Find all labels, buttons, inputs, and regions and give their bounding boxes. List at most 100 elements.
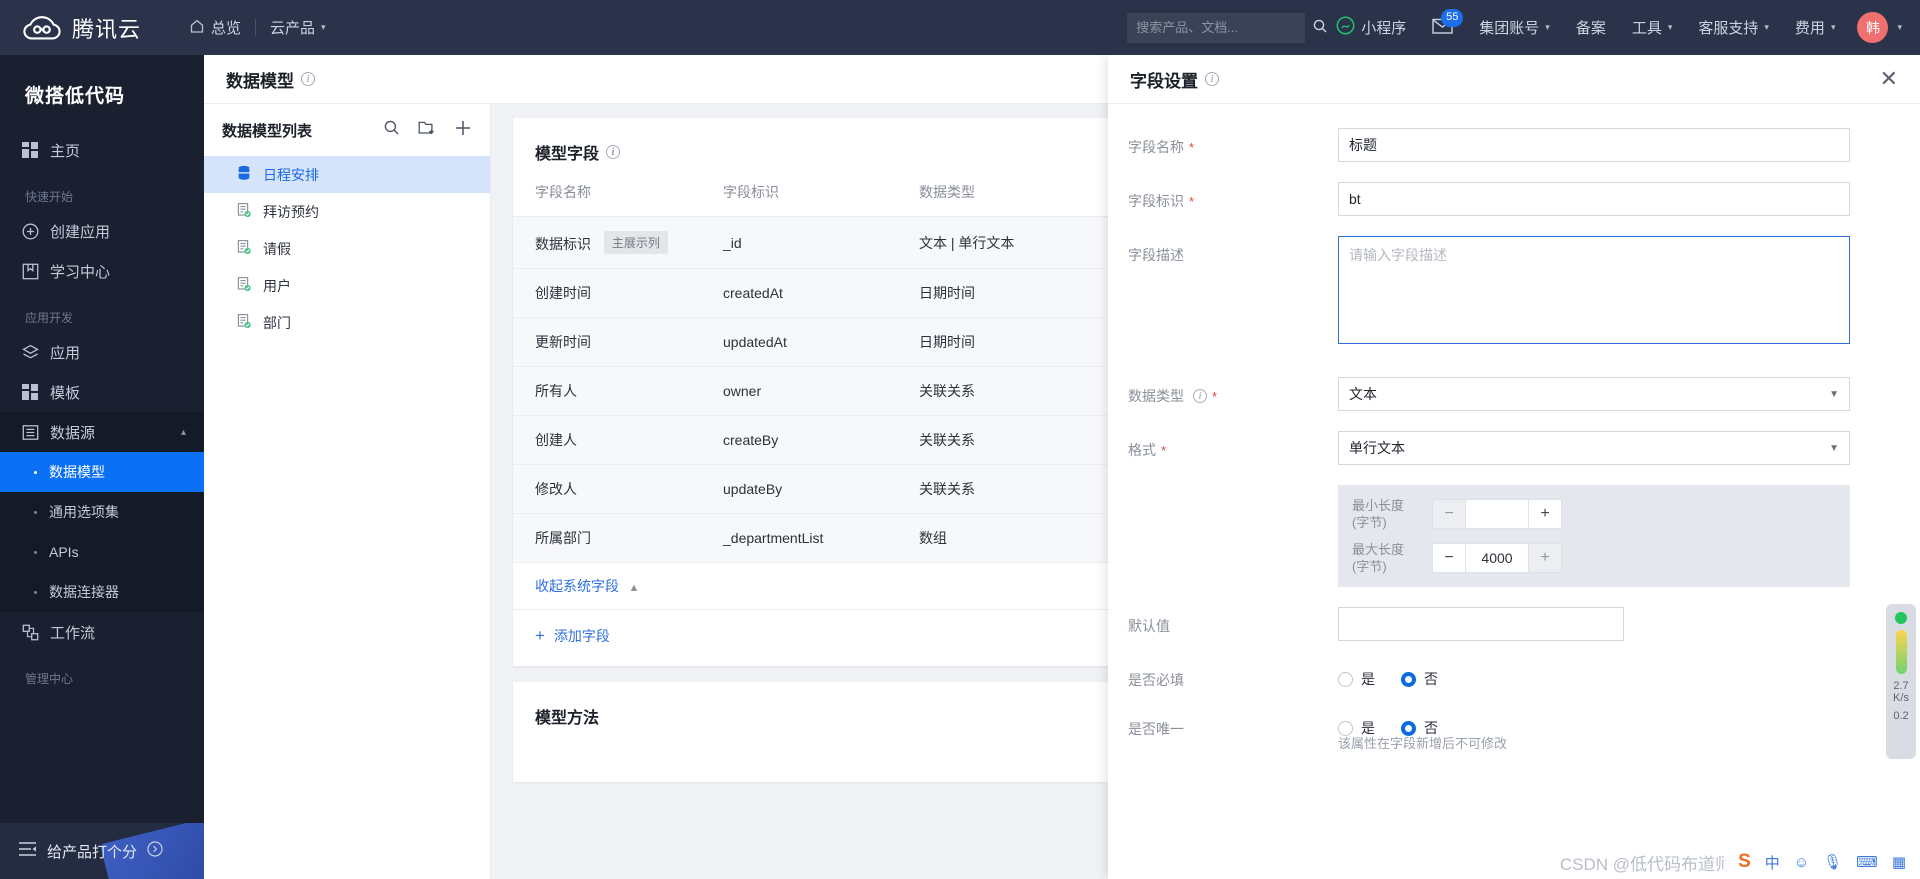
info-icon[interactable]: i bbox=[606, 145, 621, 159]
search-input[interactable] bbox=[1136, 20, 1313, 35]
default-value-row: 默认值 bbox=[1108, 607, 1920, 641]
info-icon[interactable]: i bbox=[1193, 389, 1207, 403]
close-icon[interactable]: ✕ bbox=[1880, 68, 1898, 90]
status-badge: 主展示列 bbox=[603, 231, 668, 254]
new-folder-icon[interactable] bbox=[418, 119, 436, 141]
sidebar-item-home[interactable]: 主页 bbox=[0, 130, 204, 170]
sidebar-item-datasource[interactable]: 数据源 ▴ bbox=[0, 412, 204, 452]
info-icon[interactable]: i bbox=[1205, 72, 1219, 86]
sidebar-item-data-connector[interactable]: 数据连接器 bbox=[0, 572, 204, 612]
top-nav-links: 总览 云产品 ▾ bbox=[175, 17, 340, 38]
sidebar-item-create-app[interactable]: 创建应用 bbox=[0, 211, 204, 251]
model-list-item[interactable]: 日程安排 bbox=[204, 156, 490, 193]
minus-icon[interactable]: − bbox=[1432, 543, 1466, 573]
add-field-label[interactable]: 添加字段 bbox=[554, 626, 610, 646]
apps-grid-icon[interactable]: ▦ bbox=[1892, 853, 1906, 871]
model-list-item-label: 部门 bbox=[263, 314, 291, 331]
sidebar-item-apps[interactable]: 应用 bbox=[0, 332, 204, 372]
minus-icon[interactable]: − bbox=[1432, 499, 1466, 529]
group-account-label: 集团账号 bbox=[1479, 20, 1540, 37]
billing-menu[interactable]: 费用 ▾ bbox=[1782, 17, 1849, 38]
field-key-input[interactable] bbox=[1338, 182, 1850, 216]
field-desc-label-wrap: 字段描述 bbox=[1128, 236, 1338, 265]
required-no-radio[interactable]: 否 bbox=[1401, 669, 1438, 689]
messages-entry[interactable]: 55 bbox=[1419, 8, 1466, 38]
sidebar-item-learning-center[interactable]: 学习中心 bbox=[0, 251, 204, 291]
default-value-input[interactable] bbox=[1338, 607, 1624, 641]
global-search-box[interactable] bbox=[1127, 12, 1327, 43]
field-name-input[interactable] bbox=[1338, 128, 1850, 162]
tools-menu[interactable]: 工具 ▾ bbox=[1619, 17, 1686, 38]
min-length-stepper[interactable]: − + bbox=[1432, 499, 1562, 529]
miniprogram-label: 小程序 bbox=[1361, 20, 1407, 37]
model-list-panel: 数据模型列表 日程安排 拜访预约 请假 用户 部门 bbox=[204, 104, 491, 879]
required-radio-label-wrap: 是否必填 bbox=[1128, 661, 1338, 690]
model-list-item[interactable]: 请假 bbox=[204, 230, 490, 267]
sidebar-item-option-sets[interactable]: 通用选项集 bbox=[0, 492, 204, 532]
beian-entry[interactable]: 备案 bbox=[1563, 17, 1619, 38]
info-icon[interactable]: i bbox=[301, 72, 315, 86]
field-settings-panel: 字段设置 i ✕ 字段名称 * 字段标识 * bbox=[1108, 55, 1920, 879]
avatar[interactable]: 韩 bbox=[1857, 12, 1889, 43]
plus-icon[interactable]: + bbox=[1528, 499, 1562, 529]
collapse-system-fields-link[interactable]: 收起系统字段 bbox=[535, 578, 619, 594]
model-list-item-label: 请假 bbox=[263, 240, 291, 257]
sidebar-item-workflow-label: 工作流 bbox=[50, 624, 96, 642]
miniprogram-entry[interactable]: 小程序 bbox=[1323, 16, 1419, 39]
cell-data-type: 关联关系 bbox=[919, 366, 1115, 416]
microphone-icon[interactable]: 🎙 bbox=[1823, 853, 1842, 871]
max-length-value[interactable]: 4000 bbox=[1466, 543, 1528, 573]
model-list-item[interactable]: 部门 bbox=[204, 304, 490, 341]
sidebar-item-data-model[interactable]: 数据模型 bbox=[0, 452, 204, 492]
keyboard-icon[interactable]: ⌨ bbox=[1856, 853, 1878, 871]
sidebar-item-templates[interactable]: 模板 bbox=[0, 372, 204, 412]
bullet-icon bbox=[34, 510, 37, 514]
support-menu[interactable]: 客服支持 ▾ bbox=[1685, 17, 1782, 38]
data-type-select[interactable]: 文本 ▼ bbox=[1338, 377, 1850, 411]
unique-radio-label-wrap: 是否唯一 bbox=[1128, 710, 1338, 739]
sidebar-item-workflow[interactable]: 工作流 bbox=[0, 612, 204, 652]
bullet-icon bbox=[34, 470, 37, 474]
max-length-stepper[interactable]: − 4000 + bbox=[1432, 543, 1562, 573]
group-account-menu[interactable]: 集团账号 ▾ bbox=[1466, 17, 1563, 38]
nav-overview[interactable]: 总览 bbox=[175, 17, 255, 38]
plus-icon[interactable]: + bbox=[1528, 543, 1562, 573]
network-monitor-widget[interactable]: 2.7 K/s 0.2 bbox=[1886, 604, 1916, 759]
required-marker: * bbox=[1189, 139, 1195, 155]
format-label: 格式 bbox=[1128, 442, 1156, 458]
ime-mode-label[interactable]: 中 bbox=[1765, 852, 1780, 873]
field-desc-row: 字段描述 bbox=[1108, 236, 1920, 349]
model-list-item-label: 拜访预约 bbox=[263, 203, 319, 220]
cell-field-name: 创建人 bbox=[513, 415, 723, 465]
model-list-item[interactable]: 拜访预约 bbox=[204, 193, 490, 230]
field-desc-textarea[interactable] bbox=[1338, 236, 1850, 344]
search-icon[interactable] bbox=[383, 119, 400, 141]
sogou-logo-icon[interactable]: S bbox=[1738, 851, 1751, 873]
sidebar-group-admin: 管理中心 bbox=[25, 672, 74, 686]
model-list-item[interactable]: 用户 bbox=[204, 267, 490, 304]
data-type-row: 数据类型 i * 文本 ▼ bbox=[1108, 377, 1920, 411]
format-select[interactable]: 单行文本 ▼ bbox=[1338, 431, 1850, 465]
nav-products[interactable]: 云产品 ▾ bbox=[256, 17, 340, 38]
cell-field-name: 数据标识 主展示列 bbox=[513, 216, 723, 269]
required-marker: * bbox=[1161, 442, 1167, 458]
tencent-cloud-logo[interactable]: 腾讯云 bbox=[22, 12, 141, 44]
database-check-icon bbox=[236, 313, 252, 332]
home-icon bbox=[189, 18, 205, 38]
grid-icon bbox=[22, 383, 39, 401]
panel-body: 字段名称 * 字段标识 * 字段描述 bbox=[1108, 104, 1920, 879]
plus-icon[interactable] bbox=[454, 119, 472, 142]
arrow-right-circle-icon[interactable] bbox=[147, 841, 163, 861]
collapse-icon[interactable] bbox=[18, 841, 37, 861]
sidebar-item-apis[interactable]: APIs bbox=[0, 532, 204, 572]
emoji-icon[interactable]: ☺ bbox=[1794, 854, 1809, 871]
chevron-down-icon[interactable]: ▾ bbox=[1897, 22, 1902, 33]
upload-speed-value: 2.7 bbox=[1893, 680, 1909, 692]
sidebar-footer[interactable]: 给产品打个分 bbox=[0, 823, 204, 879]
sidebar-item-templates-label: 模板 bbox=[50, 384, 81, 402]
chevron-down-icon: ▾ bbox=[1830, 22, 1836, 32]
bullet-icon bbox=[34, 590, 37, 594]
min-length-value[interactable] bbox=[1466, 499, 1528, 529]
cell-data-type: 日期时间 bbox=[919, 268, 1115, 318]
required-yes-radio[interactable]: 是 bbox=[1338, 669, 1375, 689]
